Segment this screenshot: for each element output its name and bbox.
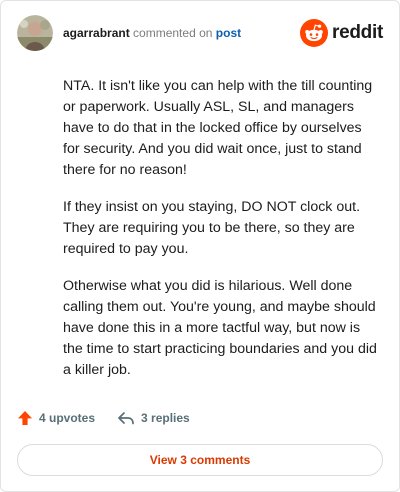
reply-count: 3 replies: [141, 411, 190, 425]
reddit-snoo-icon: [300, 19, 329, 47]
comment-header: agarrabrant commented on post: [63, 25, 241, 41]
comment-paragraph: NTA. It isn't like you can help with the…: [63, 78, 373, 178]
comment-actions: 4 upvotes 3 replies: [17, 410, 190, 426]
comment-card: agarrabrant commented on post reddit NTA…: [0, 0, 400, 492]
replies-button[interactable]: 3 replies: [117, 410, 190, 426]
comment-paragraph: Otherwise what you did is hilarious. Wel…: [63, 278, 377, 378]
comment-body: NTA. It isn't like you can help with the…: [63, 76, 381, 397]
post-link[interactable]: post: [216, 26, 241, 40]
upvote-arrow-icon: [18, 411, 32, 425]
avatar-image: [17, 15, 53, 51]
reply-arrow-icon: [118, 412, 134, 425]
commented-on-text: commented on: [133, 26, 213, 40]
username[interactable]: agarrabrant: [63, 26, 130, 40]
upvote-button[interactable]: 4 upvotes: [17, 410, 95, 426]
reddit-wordmark: reddit: [332, 22, 383, 43]
reddit-logo[interactable]: reddit: [300, 19, 383, 47]
avatar[interactable]: [17, 15, 53, 51]
upvote-count: 4 upvotes: [39, 411, 96, 425]
view-comments-button[interactable]: View 3 comments: [17, 444, 383, 476]
comment-paragraph: If they insist on you staying, DO NOT cl…: [63, 199, 361, 257]
